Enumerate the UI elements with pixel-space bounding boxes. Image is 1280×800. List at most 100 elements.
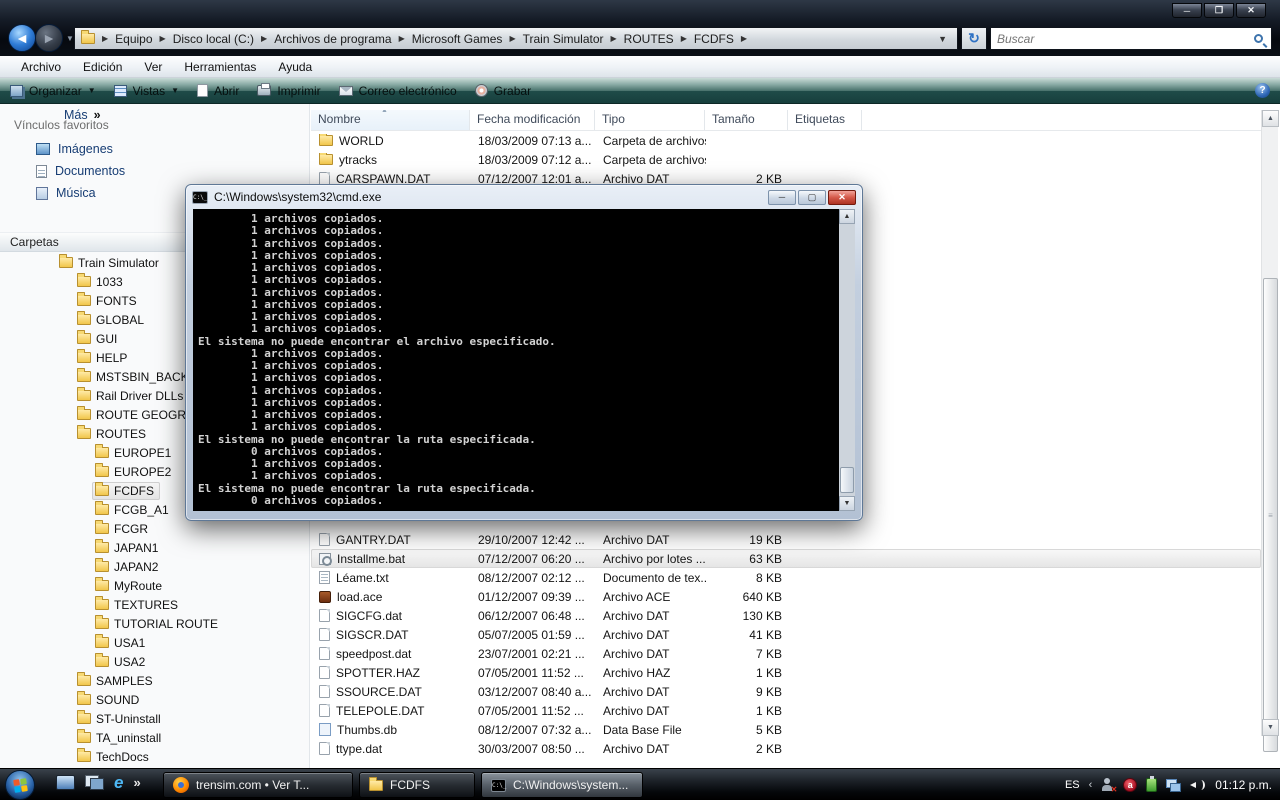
file-date-cell: 08/12/2007 07:32 a...	[471, 723, 596, 737]
restore-button[interactable]: ❐	[1204, 3, 1234, 18]
safely-remove-hardware-icon[interactable]	[1146, 778, 1157, 792]
file-row[interactable]: SIGCFG.dat06/12/2007 06:48 ...Archivo DA…	[311, 606, 1261, 625]
console-scroll-up-icon[interactable]: ▲	[839, 209, 855, 224]
menu-item-herramientas[interactable]: Herramientas	[173, 58, 267, 76]
cmd-close-button[interactable]: ✕	[828, 190, 856, 205]
tree-item[interactable]: MyRoute	[0, 576, 309, 595]
tree-item[interactable]: JAPAN1	[0, 538, 309, 557]
help-icon[interactable]: ?	[1255, 83, 1270, 98]
start-button[interactable]	[5, 770, 35, 800]
toolbar-button-organize[interactable]: Organizar▼	[10, 84, 96, 98]
cmd-maximize-button[interactable]: ▢	[798, 190, 826, 205]
search-input[interactable]	[997, 32, 1254, 46]
folder-icon	[95, 599, 109, 610]
toolbar-button-views[interactable]: Vistas▼	[114, 84, 179, 98]
file-row[interactable]: Installme.bat07/12/2007 06:20 ...Archivo…	[311, 549, 1261, 568]
console-area[interactable]: 1 archivos copiados. 1 archivos copiados…	[193, 209, 855, 511]
file-row[interactable]: Thumbs.db08/12/2007 07:32 a...Data Base …	[311, 720, 1261, 739]
address-dropdown-icon[interactable]: ▼	[934, 34, 951, 44]
tree-item[interactable]: JAPAN2	[0, 557, 309, 576]
console-scroll-down-icon[interactable]: ▼	[839, 496, 855, 511]
menu-item-ver[interactable]: Ver	[133, 58, 173, 76]
volume-icon[interactable]	[1190, 779, 1205, 791]
taskbar-button[interactable]: trensim.com • Ver T...	[163, 772, 353, 798]
file-row[interactable]: load.ace01/12/2007 09:39 ...Archivo ACE6…	[311, 587, 1261, 606]
quick-launch-overflow-icon[interactable]: »	[133, 775, 140, 790]
taskbar-button[interactable]: FCDFS	[359, 772, 475, 798]
toolbar-button-print[interactable]: Imprimir	[257, 84, 320, 98]
tree-item[interactable]: USA1	[0, 633, 309, 652]
search-box[interactable]	[990, 27, 1272, 50]
tree-item[interactable]: FCGR	[0, 519, 309, 538]
minimize-button[interactable]: ─	[1172, 3, 1202, 18]
search-icon[interactable]	[1254, 34, 1263, 43]
tray-collapse-icon[interactable]: ‹	[1089, 779, 1093, 791]
column-header-type[interactable]: Tipo	[595, 110, 705, 130]
breadcrumb-item[interactable]: Equipo	[115, 32, 152, 46]
menu-item-edición[interactable]: Edición	[72, 58, 133, 76]
close-button[interactable]: ✕	[1236, 3, 1266, 18]
breadcrumb-item[interactable]: Train Simulator	[523, 32, 604, 46]
tree-item-label: FONTS	[96, 294, 137, 308]
taskbar-button[interactable]: C:\_C:\Windows\system...	[481, 772, 643, 798]
internet-explorer-icon[interactable]: e	[114, 775, 123, 790]
file-row[interactable]: ttype.dat30/03/2007 08:50 ...Archivo DAT…	[311, 739, 1261, 758]
menu-item-ayuda[interactable]: Ayuda	[267, 58, 323, 76]
file-row[interactable]: WORLD18/03/2009 07:13 a...Carpeta de arc…	[311, 131, 1261, 150]
file-row[interactable]: SIGSCR.DAT05/07/2005 01:59 ...Archivo DA…	[311, 625, 1261, 644]
console-line: 1 archivos copiados.	[198, 323, 835, 335]
tree-item[interactable]: SOUND	[0, 690, 309, 709]
file-row[interactable]: TELEPOLE.DAT07/05/2001 11:52 ...Archivo …	[311, 701, 1261, 720]
file-row[interactable]: Léame.txt08/12/2007 02:12 ...Documento d…	[311, 568, 1261, 587]
file-type-cell: Archivo DAT	[596, 647, 706, 661]
console-scrollbar-thumb[interactable]	[840, 467, 854, 493]
tree-item[interactable]: TUTORIAL ROUTE	[0, 614, 309, 633]
scroll-up-icon[interactable]: ▲	[1262, 110, 1279, 127]
file-list-scrollbar[interactable]: ▲ ≡ ▼	[1261, 110, 1278, 736]
file-row[interactable]: SSOURCE.DAT03/12/2007 08:40 a...Archivo …	[311, 682, 1261, 701]
cmd-titlebar[interactable]: C:\_ C:\Windows\system32\cmd.exe ─ ▢ ✕	[186, 185, 862, 209]
antivirus-icon[interactable]: a	[1123, 778, 1137, 792]
file-date-cell: 01/12/2007 09:39 ...	[471, 590, 596, 604]
tree-item[interactable]: TA_uninstall	[0, 728, 309, 747]
toolbar-button-disc[interactable]: Grabar	[475, 84, 531, 98]
column-header-tags[interactable]: Etiquetas	[788, 110, 862, 130]
column-header-date[interactable]: Fecha modificación	[470, 110, 595, 130]
toolbar-button-page[interactable]: Abrir	[197, 84, 239, 98]
tree-item[interactable]: SAMPLES	[0, 671, 309, 690]
switch-windows-icon[interactable]	[85, 775, 104, 790]
breadcrumb-item[interactable]: Archivos de programa	[274, 32, 391, 46]
breadcrumb-item[interactable]: Microsoft Games	[412, 32, 503, 46]
address-bar[interactable]: ▶Equipo▶Disco local (C:)▶Archivos de pro…	[74, 27, 958, 50]
favorite-link-pic[interactable]: Imágenes	[0, 138, 309, 160]
file-row[interactable]: GANTRY.DAT29/10/2007 12:42 ...Archivo DA…	[311, 530, 1261, 549]
toolbar-button-mail[interactable]: Correo electrónico	[339, 84, 457, 98]
breadcrumb-item[interactable]: FCDFS	[694, 32, 734, 46]
tree-item[interactable]: ST-Uninstall	[0, 709, 309, 728]
cmd-minimize-button[interactable]: ─	[768, 190, 796, 205]
tree-item[interactable]: TechDocs	[0, 747, 309, 766]
network-icon[interactable]	[1166, 779, 1181, 792]
favorite-link-doc[interactable]: Documentos	[0, 160, 309, 182]
column-header-size[interactable]: Tamaño	[705, 110, 788, 130]
show-desktop-icon[interactable]	[56, 775, 75, 790]
breadcrumb-item[interactable]: Disco local (C:)	[173, 32, 254, 46]
tree-item[interactable]: USA2	[0, 652, 309, 671]
recent-pages-dropdown-icon[interactable]: ▼	[66, 34, 74, 43]
file-row[interactable]: ytracks18/03/2009 07:12 a...Carpeta de a…	[311, 150, 1261, 169]
file-row[interactable]: SPOTTER.HAZ07/05/2001 11:52 ...Archivo H…	[311, 663, 1261, 682]
file-row[interactable]: speedpost.dat23/07/2001 02:21 ...Archivo…	[311, 644, 1261, 663]
console-scrollbar[interactable]: ▲ ▼	[839, 209, 855, 511]
back-button[interactable]: ◄	[8, 24, 36, 52]
language-indicator[interactable]: ES	[1065, 779, 1080, 791]
clock[interactable]: 01:12 p.m.	[1215, 778, 1272, 792]
scrollbar-thumb[interactable]: ≡	[1263, 278, 1278, 752]
menu-item-archivo[interactable]: Archivo	[10, 58, 72, 76]
breadcrumb-item[interactable]: ROUTES	[624, 32, 674, 46]
scroll-down-icon[interactable]: ▼	[1262, 719, 1279, 736]
refresh-button[interactable]: ↻	[961, 27, 987, 50]
forward-button[interactable]: ►	[35, 24, 63, 52]
messenger-offline-icon[interactable]: ✕	[1101, 778, 1114, 792]
tree-item[interactable]: TEXTURES	[0, 595, 309, 614]
column-header-name[interactable]: Nombre ▲	[311, 110, 470, 130]
